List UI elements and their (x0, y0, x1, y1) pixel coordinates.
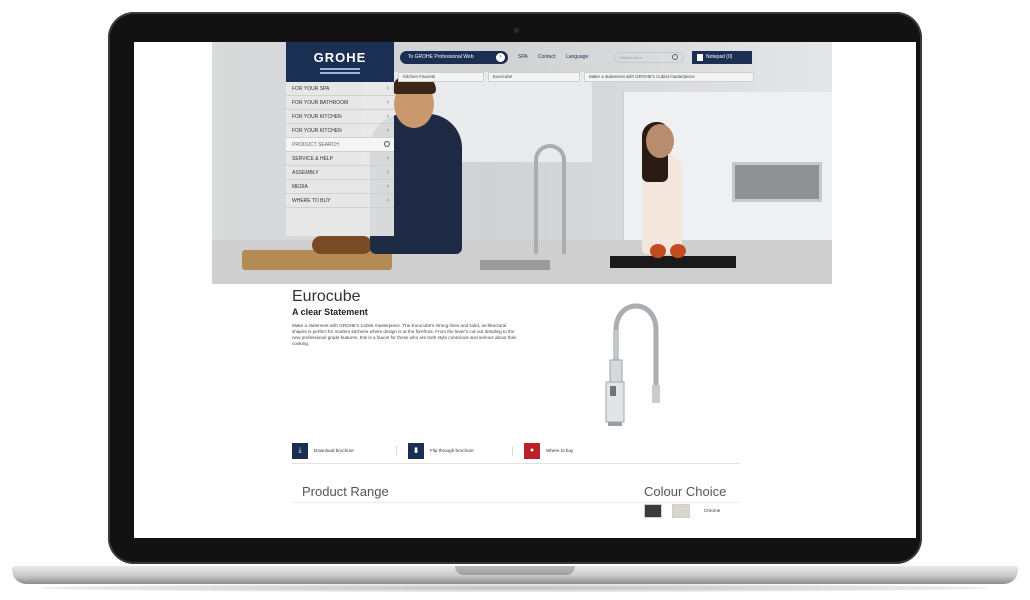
breadcrumb-eurocube[interactable]: Eurocube (488, 72, 580, 82)
nav-link-spa[interactable]: SPA (518, 54, 528, 60)
where-to-buy-button[interactable]: ● Where to buy (524, 443, 573, 459)
colour-swatch-chrome[interactable] (672, 504, 690, 518)
colour-choice-heading: Colour Choice (644, 484, 727, 499)
logo-wave-icon (320, 68, 360, 70)
sidebar-menu: FOR YOUR SPA FOR YOUR BATHROOM FOR YOUR … (286, 82, 394, 236)
hero-woman-head (646, 124, 674, 158)
menu-item-media[interactable]: MEDIA (286, 180, 394, 194)
menu-item-kitchen[interactable]: FOR YOUR KITCHEN (286, 110, 394, 124)
hero-fruit (650, 244, 666, 258)
professional-web-button[interactable]: To GROHE Professional Web › (400, 51, 508, 64)
where-to-buy-label: Where to buy (546, 448, 574, 453)
menu-item-spa[interactable]: FOR YOUR SPA (286, 82, 394, 96)
professional-web-label: To GROHE Professional Web (408, 54, 474, 60)
breadcrumb-kitchen-faucets[interactable]: Kitchen Faucets (398, 72, 484, 82)
logo-text: GROHE (313, 50, 367, 65)
location-pin-icon: ● (524, 443, 540, 459)
product-range-heading: Product Range (302, 484, 389, 499)
menu-item-assembly[interactable]: ASSEMBLY (286, 166, 394, 180)
notepad-icon (697, 54, 703, 61)
download-brochure-button[interactable]: ⤓ Download brochure (292, 443, 354, 459)
search-icon[interactable] (672, 54, 678, 60)
hero-faucet (534, 144, 566, 254)
hero-oven (732, 162, 822, 202)
menu-item-kitchen-2[interactable]: FOR YOUR KITCHEN (286, 124, 394, 138)
download-brochure-label: Download brochure (314, 448, 354, 453)
grohe-logo[interactable]: GROHE (286, 42, 394, 82)
laptop-notch (455, 566, 575, 575)
flip-brochure-button[interactable]: ▮ Flip through brochure (408, 443, 474, 459)
hero-sink (480, 260, 550, 270)
nav-link-contact[interactable]: Contact (538, 54, 555, 60)
divider (512, 446, 513, 456)
hero-food (312, 236, 372, 254)
menu-item-where-to-buy[interactable]: WHERE TO BUY (286, 194, 394, 208)
breadcrumb-statement[interactable]: Make a statement with GROHE's Cubist mas… (584, 72, 754, 82)
divider (396, 446, 397, 456)
nav-link-language[interactable]: Language (566, 54, 588, 60)
hero-tray (610, 256, 736, 268)
section-divider (292, 502, 740, 503)
product-tagline: A clear Statement (292, 307, 368, 317)
laptop-mockup: GROHE FOR YOUR SPA FOR YOUR BATHROOM FOR… (0, 0, 1030, 600)
faucet-product-image (605, 303, 660, 426)
arrow-right-icon: › (496, 53, 505, 62)
laptop-screen: GROHE FOR YOUR SPA FOR YOUR BATHROOM FOR… (134, 42, 916, 538)
product-description: Make a statement with GROHE's Cubist mas… (292, 323, 517, 346)
action-bar: ⤓ Download brochure ▮ Flip through broch… (292, 440, 740, 464)
book-icon: ▮ (408, 443, 424, 459)
hero-fruit (670, 244, 686, 258)
webcam (514, 28, 519, 33)
menu-product-search[interactable]: PRODUCT SEARCH (286, 138, 394, 152)
flip-brochure-label: Flip through brochure (430, 448, 474, 453)
menu-item-bathroom[interactable]: FOR YOUR BATHROOM (286, 96, 394, 110)
product-title: Eurocube (292, 288, 361, 305)
menu-search-label: PRODUCT SEARCH (292, 142, 339, 148)
search-icon[interactable] (384, 141, 390, 147)
colour-swatch-dark[interactable] (644, 504, 662, 518)
colour-label: Chrome (704, 508, 721, 513)
laptop-shadow (40, 584, 990, 592)
menu-item-service[interactable]: SERVICE & HELP (286, 152, 394, 166)
pdf-icon: ⤓ (292, 443, 308, 459)
